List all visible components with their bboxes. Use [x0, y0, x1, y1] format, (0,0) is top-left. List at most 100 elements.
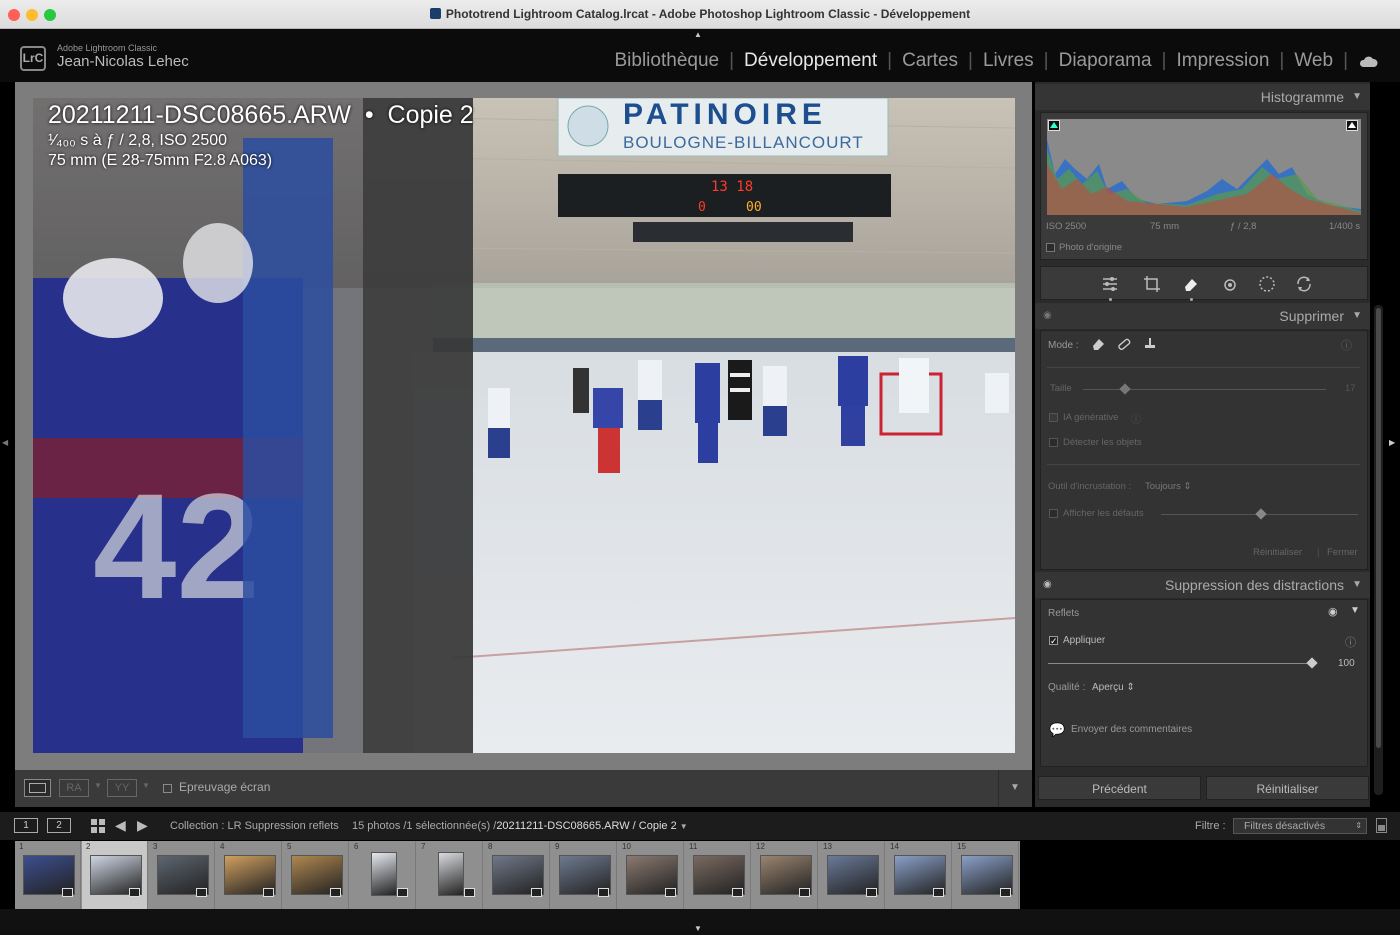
- filmstrip-thumbnail[interactable]: 15: [953, 841, 1019, 909]
- second-window-button[interactable]: 2: [47, 818, 71, 833]
- original-photo-checkbox[interactable]: [1046, 243, 1055, 252]
- collapse-top-panel-icon[interactable]: ▲: [694, 30, 702, 39]
- detect-objects-checkbox[interactable]: [1049, 438, 1058, 447]
- photo-preview[interactable]: PATINOIRE BOULOGNE-BILLANCOURT 13 18 0 0…: [33, 98, 1015, 753]
- module-print[interactable]: Impression: [1176, 50, 1269, 72]
- histogram-aperture: ƒ / 2,8: [1230, 221, 1257, 232]
- heal-mode-icon[interactable]: [1116, 337, 1132, 351]
- loupe-view-button[interactable]: [24, 779, 51, 797]
- filmstrip-thumbnail[interactable]: 5: [283, 841, 349, 909]
- original-photo-label: Photo d'origine: [1059, 242, 1123, 253]
- tool-strip: [1040, 266, 1368, 301]
- show-defaults-slider[interactable]: [1161, 508, 1358, 520]
- module-book[interactable]: Livres: [983, 50, 1034, 72]
- edit-sliders-icon[interactable]: [1101, 275, 1119, 293]
- right-panel-toggle-icon[interactable]: ▶: [1389, 438, 1395, 447]
- filmstrip-thumbnail[interactable]: 7: [417, 841, 483, 909]
- size-value[interactable]: 17: [1345, 383, 1356, 394]
- filmstrip-thumbnail[interactable]: 3: [149, 841, 215, 909]
- reset-button[interactable]: Réinitialiser: [1206, 776, 1369, 800]
- eraser-mode-icon[interactable]: [1091, 337, 1107, 351]
- scrollbar-thumb[interactable]: [1376, 308, 1381, 748]
- help-icon[interactable]: ⓘ: [1131, 411, 1141, 426]
- amount-slider[interactable]: [1048, 657, 1318, 669]
- shadow-clipping-toggle[interactable]: [1048, 120, 1060, 131]
- histogram-graph: [1047, 139, 1361, 215]
- collapse-bottom-panel-icon[interactable]: ▼: [694, 924, 702, 933]
- module-develop[interactable]: Développement: [744, 50, 877, 72]
- before-after-lr-button[interactable]: RA: [59, 779, 89, 797]
- red-eye-icon[interactable]: [1221, 275, 1239, 293]
- edited-badge-icon: [1000, 888, 1011, 897]
- filmstrip-thumbnail[interactable]: 13: [819, 841, 885, 909]
- histogram-header[interactable]: Histogramme ▼: [1035, 84, 1370, 110]
- module-library[interactable]: Bibliothèque: [615, 50, 720, 72]
- crop-icon[interactable]: [1143, 275, 1161, 293]
- remove-close-link[interactable]: Fermer: [1327, 547, 1358, 558]
- collapse-triangle-icon[interactable]: ▼: [1350, 605, 1360, 616]
- feedback-speech-icon[interactable]: 💬: [1049, 722, 1065, 738]
- amount-value[interactable]: 100: [1338, 658, 1355, 669]
- edited-badge-icon: [598, 888, 609, 897]
- cloud-icon[interactable]: [1358, 55, 1378, 68]
- module-map[interactable]: Cartes: [902, 50, 958, 72]
- send-feedback-link[interactable]: Envoyer des commentaires: [1071, 724, 1192, 735]
- filmstrip-thumbnail[interactable]: 9: [551, 841, 617, 909]
- filmstrip-thumbnail[interactable]: 2: [82, 841, 148, 909]
- edited-badge-icon: [129, 888, 140, 897]
- filmstrip-thumbnail[interactable]: 1: [15, 841, 81, 909]
- filter-lock-icon[interactable]: [1376, 818, 1387, 833]
- eye-icon[interactable]: ◉: [1043, 572, 1052, 598]
- module-slideshow[interactable]: Diaporama: [1059, 50, 1152, 72]
- remove-reset-link[interactable]: Réinitialiser: [1253, 547, 1302, 558]
- show-defaults-checkbox[interactable]: [1049, 509, 1058, 518]
- left-panel-toggle-icon[interactable]: ◀: [2, 438, 8, 447]
- filmstrip-thumbnail[interactable]: 12: [752, 841, 818, 909]
- scoreboard-away: 00: [746, 200, 762, 215]
- highlight-clipping-toggle[interactable]: [1346, 120, 1358, 131]
- collapse-triangle-icon: ▼: [1352, 91, 1362, 102]
- banner-title: PATINOIRE: [623, 98, 827, 131]
- remove-panel-header[interactable]: ◉ Supprimer ▼: [1035, 303, 1370, 329]
- eye-icon[interactable]: ◉: [1328, 605, 1338, 618]
- overlay-tool-select[interactable]: Toujours ⇕: [1145, 481, 1192, 492]
- soft-proofing-checkbox[interactable]: [163, 784, 172, 793]
- generative-ai-checkbox[interactable]: [1049, 413, 1058, 422]
- chevron-down-icon[interactable]: ▼: [94, 781, 102, 790]
- back-arrow-icon[interactable]: ◀: [115, 817, 126, 834]
- filmstrip-thumbnail[interactable]: 10: [618, 841, 684, 909]
- filmstrip-thumbnail[interactable]: 14: [886, 841, 952, 909]
- right-panel-scrollbar[interactable]: [1374, 305, 1383, 795]
- filter-select[interactable]: Filtres désactivés ⇕: [1233, 818, 1367, 834]
- masking-icon[interactable]: [1258, 275, 1276, 293]
- filmstrip-thumbnail[interactable]: 4: [216, 841, 282, 909]
- main-window-button[interactable]: 1: [14, 818, 38, 833]
- clone-mode-icon[interactable]: [1142, 337, 1158, 351]
- quality-select[interactable]: Aperçu ⇕: [1092, 682, 1135, 693]
- previous-button[interactable]: Précédent: [1038, 776, 1201, 800]
- grid-view-icon[interactable]: [91, 819, 105, 833]
- separator: |: [1317, 547, 1320, 558]
- presets-icon[interactable]: [1295, 275, 1313, 293]
- collection-source[interactable]: Collection : LR Suppression reflets: [170, 820, 339, 832]
- histogram-chart[interactable]: [1047, 119, 1361, 215]
- distraction-removal-header[interactable]: ◉ Suppression des distractions ▼: [1035, 572, 1370, 598]
- forward-arrow-icon[interactable]: ▶: [137, 817, 148, 834]
- eye-icon[interactable]: ◉: [1043, 303, 1052, 329]
- info-icon[interactable]: ⓘ: [1345, 634, 1356, 650]
- toolbar-menu-chevron-icon[interactable]: ▼: [1010, 782, 1020, 793]
- module-web[interactable]: Web: [1294, 50, 1333, 72]
- before-after-yy-button[interactable]: YY: [107, 779, 137, 797]
- info-icon[interactable]: ⓘ: [1341, 337, 1352, 353]
- remove-tool-icon[interactable]: [1182, 275, 1200, 293]
- filmstrip-thumbnail[interactable]: 8: [484, 841, 550, 909]
- selection-info[interactable]: 15 photos /1 sélectionnée(s) /20211211-D…: [352, 820, 688, 832]
- filmstrip-thumbnail[interactable]: 6: [350, 841, 416, 909]
- jersey-number: 42: [93, 462, 260, 630]
- filmstrip-thumbnail[interactable]: 11: [685, 841, 751, 909]
- chevron-down-icon[interactable]: ▼: [142, 781, 150, 790]
- size-slider[interactable]: [1083, 383, 1326, 395]
- apply-checkbox[interactable]: ✓: [1049, 636, 1058, 646]
- edited-badge-icon: [933, 888, 944, 897]
- thumbnail-index: 8: [488, 842, 493, 851]
